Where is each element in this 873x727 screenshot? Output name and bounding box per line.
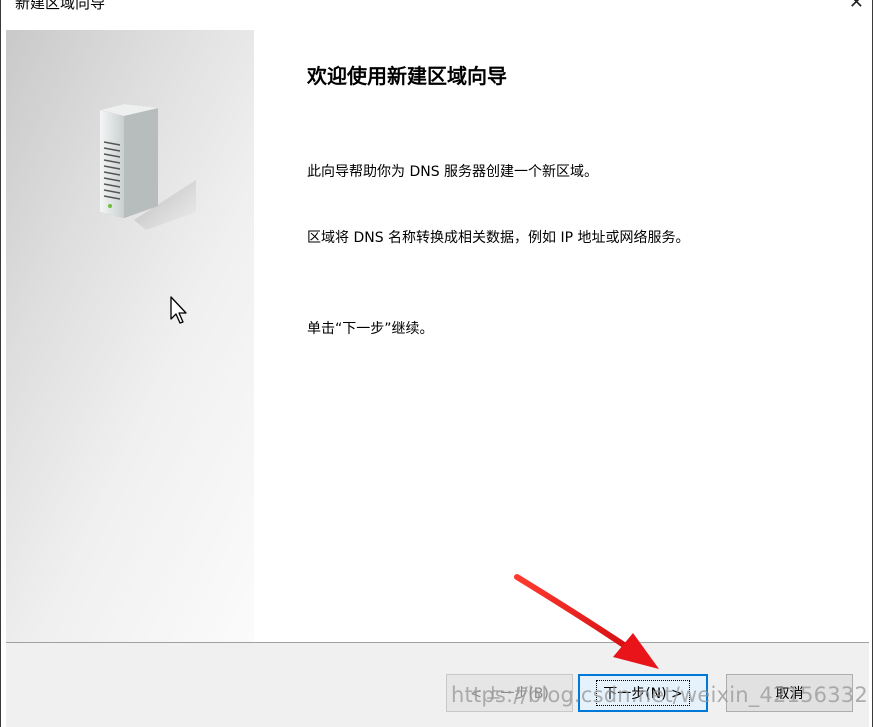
server-icon [100,104,196,230]
zone-explanation-text: 区域将 DNS 名称转换成相关数据，例如 IP 地址或网络服务。 [307,230,690,246]
button-bar: < 上一步(B) 下一步(N) > 取消 [6,642,869,727]
close-button[interactable]: ✕ [849,0,864,13]
title-bar: 新建区域向导 ✕ [1,0,872,28]
description-text: 此向导帮助你为 DNS 服务器创建一个新区域。 [307,164,599,180]
mouse-pointer-icon [170,296,187,324]
page-title: 欢迎使用新建区域向导 [307,64,507,88]
cancel-button[interactable]: 取消 [726,674,853,712]
back-button[interactable]: < 上一步(B) [446,674,573,712]
next-button[interactable]: 下一步(N) > [578,674,708,712]
wizard-window: 新建区域向导 ✕ 欢迎使用新建区域向导 此向导帮助你为 DNS 服务器创建一个新… [0,0,873,727]
wizard-content: 欢迎使用新建区域向导 此向导帮助你为 DNS 服务器创建一个新区域。 区域将 D… [254,30,869,642]
window-title: 新建区域向导 [15,0,106,12]
continue-instruction-text: 单击“下一步”继续。 [307,321,434,337]
next-button-label: 下一步(N) > [596,680,690,706]
wizard-side-panel [6,30,254,642]
